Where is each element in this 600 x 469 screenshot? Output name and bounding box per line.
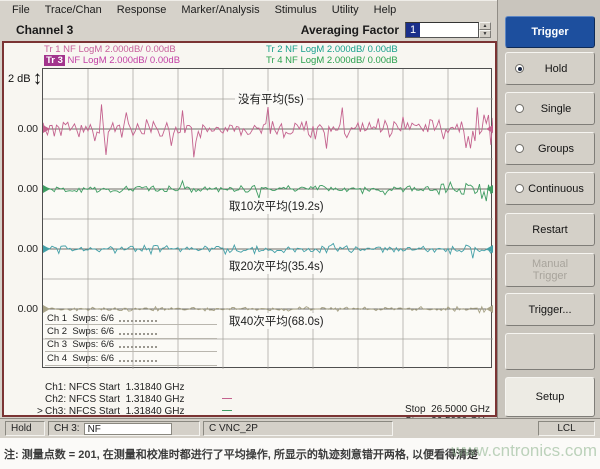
softkey-sidebar: Trigger Hold Single Groups Continuous Re… xyxy=(497,0,600,418)
active-channel-status: CH 3: NF xyxy=(48,421,200,436)
status-bar: Hold CH 3: NF C VNC_2P LCL xyxy=(0,418,600,438)
trigger-menu-button[interactable]: Trigger xyxy=(505,16,595,48)
sweep-status-ch2: Ch 2 Swps: 6/6 xyxy=(45,325,217,338)
graph-area: 没有平均(5s) 取10次平均(19.2s) 取20次平均(35.4s) 取40… xyxy=(42,68,492,368)
ref-level-trace3: 0.00 xyxy=(5,243,38,255)
channel-title: Channel 3 xyxy=(16,23,73,37)
calset-status: C VNC_2P xyxy=(203,421,393,436)
caption-area: 注: 测量点数 = 201, 在测量和校准时都进行了平均操作, 所显示的轨迹刻意… xyxy=(0,438,600,469)
local-remote-status: LCL xyxy=(538,421,595,436)
restart-button[interactable]: Restart xyxy=(505,213,595,246)
spin-down-icon[interactable]: ▼ xyxy=(479,30,491,38)
sweep-status-ch4: Ch 4 Swps: 6/6 xyxy=(45,352,217,365)
continuous-label: Continuous xyxy=(524,183,594,195)
menu-stimulus[interactable]: Stimulus xyxy=(275,4,317,16)
channel-row-ch3: >Ch3: NFCS Start 1.31840 GHz — Stop 26.5… xyxy=(4,395,496,407)
ref-level-trace4: 0.00 xyxy=(5,303,38,315)
menu-trace-chan[interactable]: Trace/Chan xyxy=(45,4,102,16)
menu-help[interactable]: Help xyxy=(374,4,397,16)
blank-softkey[interactable] xyxy=(505,333,595,370)
trace4-definition[interactable]: Tr 4 NF LogM 2.000dB/ 0.00dB xyxy=(266,55,398,66)
channel-row-ch2: Ch2: NFCS Start 1.31840 GHz — Stop 26.50… xyxy=(4,383,496,395)
scale-per-division-label: 2 dB ↕ xyxy=(8,71,42,87)
radio-selected-icon xyxy=(515,64,524,73)
manual-trigger-button: Manual Trigger xyxy=(505,253,595,287)
trigger-groups-button[interactable]: Groups xyxy=(505,132,595,165)
spin-up-icon[interactable]: ▲ xyxy=(479,22,491,30)
ref-level-trace2: 0.00 xyxy=(5,183,38,195)
scale-value: 2 dB xyxy=(8,73,31,85)
trace3-params: NF LogM 2.000dB/ 0.00dB xyxy=(65,55,180,66)
sweep-status-box: Ch 1 Swps: 6/6 Ch 2 Swps: 6/6 Ch 3 Swps:… xyxy=(45,312,217,366)
annotation-avg-10: 取10次平均(19.2s) xyxy=(226,198,327,214)
single-label: Single xyxy=(524,103,594,115)
radio-icon xyxy=(515,104,524,113)
menu-response[interactable]: Response xyxy=(117,4,167,16)
trigger-single-button[interactable]: Single xyxy=(505,92,595,125)
trace1-id: Tr 1 xyxy=(44,44,61,55)
trigger-dialog-button[interactable]: Trigger... xyxy=(505,293,595,326)
trace4-params: NF LogM 2.000dB/ 0.00dB xyxy=(283,55,398,66)
measurement-type-field: NF xyxy=(84,423,172,435)
averaging-factor-label: Averaging Factor xyxy=(301,23,405,37)
sweep-dots xyxy=(119,328,157,335)
trigger-continuous-button[interactable]: Continuous xyxy=(505,172,595,205)
active-channel-label: CH 3: xyxy=(54,423,80,434)
trace3-definition[interactable]: Tr 3 NF LogM 2.000dB/ 0.00dB xyxy=(44,55,180,66)
sweep-dots xyxy=(119,341,157,348)
groups-label: Groups xyxy=(524,143,594,155)
hold-label: Hold xyxy=(524,63,594,75)
menu-file[interactable]: File xyxy=(12,4,30,16)
sweep-dots xyxy=(119,315,157,322)
annotation-avg-40: 取40次平均(68.0s) xyxy=(226,313,327,329)
radio-icon xyxy=(515,144,524,153)
averaging-factor-value: 1 xyxy=(406,23,420,37)
scale-arrow-icon: ↕ xyxy=(33,71,43,87)
menu-marker-analysis[interactable]: Marker/Analysis xyxy=(181,4,259,16)
trigger-hold-button[interactable]: Hold xyxy=(505,52,595,85)
trace2-id: Tr 2 xyxy=(266,44,283,55)
sweep-status-ch3: Ch 3 Swps: 6/6 xyxy=(45,339,217,352)
channel-row-ch1: Ch1: NFCS Start 1.31840 GHz — Stop 26.50… xyxy=(4,371,496,383)
setup-button[interactable]: Setup xyxy=(505,377,595,417)
averaging-factor-input[interactable]: 1 xyxy=(405,22,479,38)
measurement-display: Tr 1 NF LogM 2.000dB/ 0.00dB Tr 2 NF Log… xyxy=(2,41,497,417)
menu-utility[interactable]: Utility xyxy=(332,4,359,16)
trace2-params: NF LogM 2.000dB/ 0.00dB xyxy=(283,44,398,55)
trace2-definition[interactable]: Tr 2 NF LogM 2.000dB/ 0.00dB xyxy=(266,44,398,55)
analyzer-window: File Trace/Chan Response Marker/Analysis… xyxy=(0,0,600,469)
trace1-definition[interactable]: Tr 1 NF LogM 2.000dB/ 0.00dB xyxy=(44,44,176,55)
trace3-id: Tr 3 xyxy=(44,55,65,66)
averaging-factor-stepper[interactable]: ▲ ▼ xyxy=(479,22,491,38)
sweep-status-ch1: Ch 1 Swps: 6/6 xyxy=(45,312,217,325)
annotation-avg-20: 取20次平均(35.4s) xyxy=(226,258,327,274)
trace4-id: Tr 4 xyxy=(266,55,283,66)
watermark-text: www.cntronics.com xyxy=(452,441,597,461)
channel-bar: Channel 3 Averaging Factor 1 ▲ ▼ xyxy=(0,18,497,41)
caption-note: 注: 测量点数 = 201, 在测量和校准时都进行了平均操作, 所显示的轨迹刻意… xyxy=(4,446,478,462)
ref-level-trace1: 0.00 xyxy=(5,123,38,135)
trace1-params: NF LogM 2.000dB/ 0.00dB xyxy=(61,44,176,55)
sweep-dots xyxy=(119,355,157,362)
radio-icon xyxy=(515,184,524,193)
annotation-no-averaging: 没有平均(5s) xyxy=(235,91,307,107)
trigger-mode-status: Hold xyxy=(5,421,45,436)
